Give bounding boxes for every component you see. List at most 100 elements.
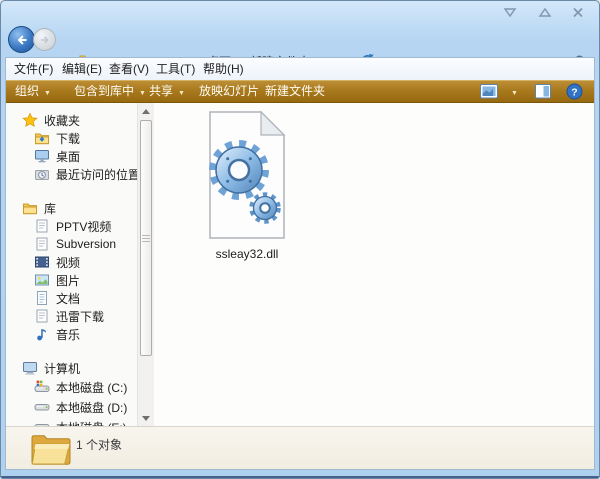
views-dropdown[interactable]: ▼ [506, 81, 518, 102]
document-icon [34, 290, 50, 306]
file-list-area[interactable]: ssleay32.dll [154, 103, 594, 426]
toolbar-label: 组织 [15, 84, 39, 98]
sidebar-item-label: 库 [44, 200, 56, 217]
desktop-icon [34, 148, 50, 164]
sidebar-item-label: 下载 [56, 130, 80, 147]
triangle-up-icon [142, 109, 150, 114]
sidebar-item-label: 本地磁盘 (E:) [56, 419, 127, 427]
navigation-pane: 收藏夹 下载 桌面 [6, 103, 137, 426]
scrollbar-up-button[interactable] [138, 103, 154, 119]
sidebar-item-disk-c[interactable]: 本地磁盘 (C:) [6, 377, 137, 397]
sidebar-item-label: PPTV视频 [56, 218, 111, 235]
sidebar-item-label: 视频 [56, 254, 80, 271]
forward-arrow-icon [37, 32, 53, 48]
disk-icon [34, 419, 50, 426]
menu-view[interactable]: 查看(V) [109, 58, 149, 80]
back-arrow-icon [13, 31, 31, 49]
sidebar-item-label: 本地磁盘 (C:) [56, 379, 127, 396]
maximize-icon [538, 7, 552, 18]
triangle-down-icon [142, 416, 150, 421]
sidebar-item-label: 计算机 [44, 360, 80, 377]
library-icon [34, 218, 50, 234]
scrollbar-thumb[interactable] [140, 120, 152, 356]
toolbar-label: 包含到库中 [74, 84, 134, 98]
sidebar-item-label: 收藏夹 [44, 112, 80, 129]
toolbar-label: 新建文件夹 [265, 84, 325, 98]
sidebar-item-xunlei-downloads[interactable]: 迅雷下载 [6, 307, 137, 325]
disk-c-icon [34, 379, 50, 395]
sidebar-item-disk-d[interactable]: 本地磁盘 (D:) [6, 397, 137, 417]
title-bar[interactable] [1, 1, 599, 23]
sidebar-item-label: 桌面 [56, 148, 80, 165]
minimize-icon [503, 7, 517, 18]
sidebar-item-recent-places[interactable]: 最近访问的位置 [6, 165, 137, 183]
close-button[interactable] [572, 7, 586, 18]
sidebar-item-label: 本地磁盘 (D:) [56, 399, 127, 416]
sidebar-item-favorites[interactable]: 收藏夹 [6, 111, 137, 129]
toolbar-include-in-library-button[interactable]: 包含到库中 ▼ [74, 81, 146, 102]
chevron-down-icon: ▼ [511, 90, 518, 97]
toolbar-slideshow-button[interactable]: 放映幻灯片 [199, 81, 259, 102]
window-bottom-edge [1, 476, 599, 478]
sidebar-item-pptv-videos[interactable]: PPTV视频 [6, 217, 137, 235]
menu-help[interactable]: 帮助(H) [203, 58, 244, 80]
sidebar-item-disk-e[interactable]: 本地磁盘 (E:) [6, 417, 137, 426]
navigation-buttons [8, 26, 60, 54]
maximize-button[interactable] [538, 7, 552, 18]
file-item-ssleay32[interactable]: ssleay32.dll [199, 110, 295, 261]
toolbar-new-folder-button[interactable]: 新建文件夹 [265, 81, 325, 102]
sidebar-item-libraries[interactable]: 库 [6, 199, 137, 217]
libraries-folder-icon [22, 200, 38, 216]
preview-pane-icon[interactable] [535, 84, 551, 99]
recent-places-icon [34, 166, 50, 182]
library-icon [34, 308, 50, 324]
toolbar-share-button[interactable]: 共享▼ [149, 81, 185, 102]
sidebar-item-pictures[interactable]: 图片 [6, 271, 137, 289]
star-icon [22, 112, 38, 128]
explorer-window: « Administrator ▶ 桌面 ▶ 新建文件夹 (10) ▼ 搜索 新… [0, 0, 600, 479]
views-icon[interactable] [480, 84, 498, 99]
help-icon[interactable]: ? [566, 83, 583, 100]
menu-bar: 文件(F) 编辑(E) 查看(V) 工具(T) 帮助(H) [6, 58, 594, 80]
sidebar-item-label: 最近访问的位置 [56, 166, 137, 183]
music-note-icon [34, 326, 50, 342]
sidebar-item-documents[interactable]: 文档 [6, 289, 137, 307]
dll-file-icon [205, 110, 289, 240]
svg-text:?: ? [571, 86, 577, 98]
file-name-label: ssleay32.dll [199, 247, 295, 261]
sidebar-item-label: Subversion [56, 237, 116, 251]
toolbar-organize-button[interactable]: 组织▼ [15, 81, 51, 102]
chevron-down-icon: ▼ [139, 90, 146, 97]
menu-edit[interactable]: 编辑(E) [62, 58, 102, 80]
sidebar-item-videos[interactable]: 视频 [6, 253, 137, 271]
close-icon [572, 7, 584, 18]
back-button[interactable] [8, 26, 35, 53]
toolbar-label: 放映幻灯片 [199, 84, 259, 98]
sidebar-item-subversion[interactable]: Subversion [6, 235, 137, 253]
sidebar-item-label: 文档 [56, 290, 80, 307]
client-area: 文件(F) 编辑(E) 查看(V) 工具(T) 帮助(H) 组织▼ 包含到库中▼… [5, 57, 595, 470]
menu-tools[interactable]: 工具(T) [156, 58, 195, 80]
scrollbar-down-button[interactable] [138, 410, 154, 426]
sidebar-item-downloads[interactable]: 下载 [6, 129, 137, 147]
sidebar-item-desktop[interactable]: 桌面 [6, 147, 137, 165]
gear-large [213, 144, 265, 196]
sidebar-item-music[interactable]: 音乐 [6, 325, 137, 343]
sidebar-scrollbar[interactable] [137, 103, 154, 426]
minimize-button[interactable] [503, 7, 517, 18]
item-count-text: 1 个对象 [76, 436, 122, 453]
forward-button[interactable] [33, 28, 56, 51]
menu-file[interactable]: 文件(F) [14, 58, 53, 80]
downloads-folder-icon [34, 130, 50, 146]
picture-icon [34, 272, 50, 288]
chevron-down-icon: ▼ [178, 90, 185, 97]
address-bar-row: « Administrator ▶ 桌面 ▶ 新建文件夹 (10) ▼ 搜索 新… [1, 23, 599, 57]
video-icon [34, 254, 50, 270]
command-toolbar: 组织▼ 包含到库中▼ 共享▼ 放映幻灯片 新建文件夹 ▼ ? [6, 80, 594, 103]
computer-icon [22, 360, 38, 376]
sidebar-item-label: 图片 [56, 272, 80, 289]
details-pane: 1 个对象 [6, 426, 594, 469]
scrollbar-grip-icon [142, 235, 150, 242]
disk-icon [34, 399, 50, 415]
sidebar-item-computer[interactable]: 计算机 [6, 359, 137, 377]
